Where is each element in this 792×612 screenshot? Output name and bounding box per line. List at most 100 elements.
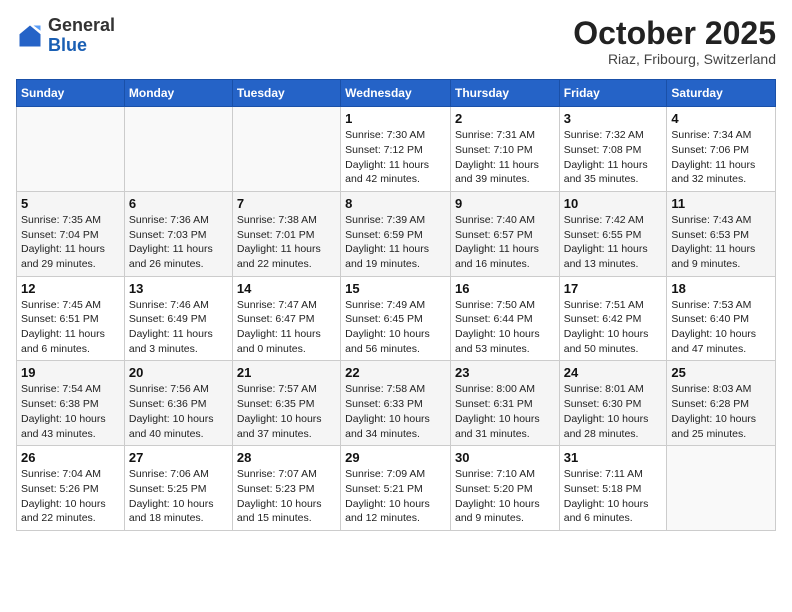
calendar-cell: 12 Sunrise: 7:45 AMSunset: 6:51 PMDayligh…	[17, 276, 125, 361]
weekday-header-sunday: Sunday	[17, 80, 125, 107]
day-number: 17	[564, 281, 663, 296]
day-info: Sunrise: 7:49 AMSunset: 6:45 PMDaylight:…	[345, 298, 446, 357]
calendar-cell: 9 Sunrise: 7:40 AMSunset: 6:57 PMDaylight…	[450, 191, 559, 276]
weekday-header-tuesday: Tuesday	[232, 80, 340, 107]
page-header: General Blue October 2025 Riaz, Fribourg…	[16, 16, 776, 67]
day-info: Sunrise: 7:38 AMSunset: 7:01 PMDaylight:…	[237, 213, 336, 272]
logo-general-text: General	[48, 15, 115, 35]
day-number: 13	[129, 281, 228, 296]
day-number: 18	[671, 281, 771, 296]
calendar-cell: 29 Sunrise: 7:09 AMSunset: 5:21 PMDayligh…	[341, 446, 451, 531]
calendar-cell	[667, 446, 776, 531]
title-block: October 2025 Riaz, Fribourg, Switzerland	[573, 16, 776, 67]
calendar-cell: 17 Sunrise: 7:51 AMSunset: 6:42 PMDayligh…	[559, 276, 667, 361]
day-info: Sunrise: 7:54 AMSunset: 6:38 PMDaylight:…	[21, 382, 120, 441]
day-info: Sunrise: 7:45 AMSunset: 6:51 PMDaylight:…	[21, 298, 120, 357]
calendar-table: SundayMondayTuesdayWednesdayThursdayFrid…	[16, 79, 776, 531]
calendar-cell: 26 Sunrise: 7:04 AMSunset: 5:26 PMDayligh…	[17, 446, 125, 531]
day-info: Sunrise: 7:11 AMSunset: 5:18 PMDaylight:…	[564, 467, 663, 526]
calendar-cell: 21 Sunrise: 7:57 AMSunset: 6:35 PMDayligh…	[232, 361, 340, 446]
weekday-header-saturday: Saturday	[667, 80, 776, 107]
day-number: 23	[455, 365, 555, 380]
day-number: 9	[455, 196, 555, 211]
calendar-cell	[124, 107, 232, 192]
day-info: Sunrise: 7:31 AMSunset: 7:10 PMDaylight:…	[455, 128, 555, 187]
calendar-week-2: 5Sunrise: 7:35 AMSunset: 7:04 PMDaylight…	[17, 191, 776, 276]
day-info: Sunrise: 7:57 AMSunset: 6:35 PMDaylight:…	[237, 382, 336, 441]
day-number: 20	[129, 365, 228, 380]
day-number: 21	[237, 365, 336, 380]
day-info: Sunrise: 7:10 AMSunset: 5:20 PMDaylight:…	[455, 467, 555, 526]
day-info: Sunrise: 7:53 AMSunset: 6:40 PMDaylight:…	[671, 298, 771, 357]
calendar-cell: 23Sunrise: 8:00 AMSunset: 6:31 PMDayligh…	[450, 361, 559, 446]
day-info: Sunrise: 7:30 AMSunset: 7:12 PMDaylight:…	[345, 128, 446, 187]
day-number: 25	[671, 365, 771, 380]
day-info: Sunrise: 7:46 AMSunset: 6:49 PMDaylight:…	[129, 298, 228, 357]
day-number: 15	[345, 281, 446, 296]
calendar-cell: 4 Sunrise: 7:34 AMSunset: 7:06 PMDaylight…	[667, 107, 776, 192]
day-info: Sunrise: 7:58 AMSunset: 6:33 PMDaylight:…	[345, 382, 446, 441]
calendar-cell: 16Sunrise: 7:50 AMSunset: 6:44 PMDayligh…	[450, 276, 559, 361]
calendar-cell: 28Sunrise: 7:07 AMSunset: 5:23 PMDayligh…	[232, 446, 340, 531]
day-number: 5	[21, 196, 120, 211]
calendar-cell: 7 Sunrise: 7:38 AMSunset: 7:01 PMDaylight…	[232, 191, 340, 276]
calendar-cell: 24 Sunrise: 8:01 AMSunset: 6:30 PMDayligh…	[559, 361, 667, 446]
logo-blue-text: Blue	[48, 35, 87, 55]
weekday-header-friday: Friday	[559, 80, 667, 107]
calendar-cell: 25Sunrise: 8:03 AMSunset: 6:28 PMDayligh…	[667, 361, 776, 446]
calendar-cell: 2Sunrise: 7:31 AMSunset: 7:10 PMDaylight…	[450, 107, 559, 192]
day-number: 22	[345, 365, 446, 380]
calendar-week-3: 12 Sunrise: 7:45 AMSunset: 6:51 PMDayligh…	[17, 276, 776, 361]
calendar-header: SundayMondayTuesdayWednesdayThursdayFrid…	[17, 80, 776, 107]
day-number: 6	[129, 196, 228, 211]
logo-icon	[16, 22, 44, 50]
calendar-cell: 27Sunrise: 7:06 AMSunset: 5:25 PMDayligh…	[124, 446, 232, 531]
day-info: Sunrise: 7:06 AMSunset: 5:25 PMDaylight:…	[129, 467, 228, 526]
day-number: 31	[564, 450, 663, 465]
day-number: 10	[564, 196, 663, 211]
calendar-cell: 18 Sunrise: 7:53 AMSunset: 6:40 PMDayligh…	[667, 276, 776, 361]
calendar-week-5: 26 Sunrise: 7:04 AMSunset: 5:26 PMDayligh…	[17, 446, 776, 531]
day-info: Sunrise: 7:43 AMSunset: 6:53 PMDaylight:…	[671, 213, 771, 272]
calendar-cell: 10 Sunrise: 7:42 AMSunset: 6:55 PMDayligh…	[559, 191, 667, 276]
calendar-cell: 14 Sunrise: 7:47 AMSunset: 6:47 PMDayligh…	[232, 276, 340, 361]
day-number: 26	[21, 450, 120, 465]
day-number: 3	[564, 111, 663, 126]
day-number: 7	[237, 196, 336, 211]
day-number: 8	[345, 196, 446, 211]
day-info: Sunrise: 7:04 AMSunset: 5:26 PMDaylight:…	[21, 467, 120, 526]
calendar-cell: 13 Sunrise: 7:46 AMSunset: 6:49 PMDayligh…	[124, 276, 232, 361]
day-info: Sunrise: 7:51 AMSunset: 6:42 PMDaylight:…	[564, 298, 663, 357]
day-info: Sunrise: 7:09 AMSunset: 5:21 PMDaylight:…	[345, 467, 446, 526]
day-number: 24	[564, 365, 663, 380]
day-info: Sunrise: 7:40 AMSunset: 6:57 PMDaylight:…	[455, 213, 555, 272]
weekday-row: SundayMondayTuesdayWednesdayThursdayFrid…	[17, 80, 776, 107]
day-number: 14	[237, 281, 336, 296]
day-number: 29	[345, 450, 446, 465]
location-subtitle: Riaz, Fribourg, Switzerland	[573, 51, 776, 67]
day-info: Sunrise: 7:47 AMSunset: 6:47 PMDaylight:…	[237, 298, 336, 357]
calendar-cell: 11Sunrise: 7:43 AMSunset: 6:53 PMDayligh…	[667, 191, 776, 276]
calendar-cell: 19 Sunrise: 7:54 AMSunset: 6:38 PMDayligh…	[17, 361, 125, 446]
weekday-header-thursday: Thursday	[450, 80, 559, 107]
day-number: 4	[671, 111, 771, 126]
calendar-week-1: 1Sunrise: 7:30 AMSunset: 7:12 PMDaylight…	[17, 107, 776, 192]
calendar-cell	[17, 107, 125, 192]
day-number: 12	[21, 281, 120, 296]
day-info: Sunrise: 7:39 AMSunset: 6:59 PMDaylight:…	[345, 213, 446, 272]
day-info: Sunrise: 7:34 AMSunset: 7:06 PMDaylight:…	[671, 128, 771, 187]
month-title: October 2025	[573, 16, 776, 51]
day-number: 28	[237, 450, 336, 465]
weekday-header-monday: Monday	[124, 80, 232, 107]
calendar-cell: 8 Sunrise: 7:39 AMSunset: 6:59 PMDaylight…	[341, 191, 451, 276]
calendar-cell: 6Sunrise: 7:36 AMSunset: 7:03 PMDaylight…	[124, 191, 232, 276]
day-number: 16	[455, 281, 555, 296]
day-number: 30	[455, 450, 555, 465]
calendar-cell: 15 Sunrise: 7:49 AMSunset: 6:45 PMDayligh…	[341, 276, 451, 361]
day-info: Sunrise: 8:01 AMSunset: 6:30 PMDaylight:…	[564, 382, 663, 441]
day-info: Sunrise: 7:42 AMSunset: 6:55 PMDaylight:…	[564, 213, 663, 272]
day-info: Sunrise: 7:56 AMSunset: 6:36 PMDaylight:…	[129, 382, 228, 441]
day-number: 19	[21, 365, 120, 380]
day-info: Sunrise: 7:32 AMSunset: 7:08 PMDaylight:…	[564, 128, 663, 187]
logo: General Blue	[16, 16, 115, 56]
